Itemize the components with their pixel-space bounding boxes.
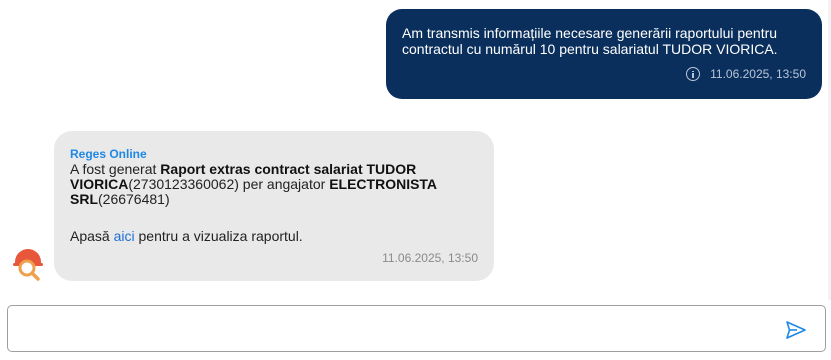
reges-bot-avatar-icon bbox=[13, 249, 43, 281]
report-link-line: Apasă aici pentru a vizualiza raportul. bbox=[70, 228, 478, 244]
incoming-message-timestamp: 11.06.2025, 13:50 bbox=[382, 251, 478, 265]
message-mid: per angajator bbox=[238, 176, 330, 192]
outgoing-message-text: Am transmis informațiile necesare generă… bbox=[402, 25, 778, 57]
message-input[interactable] bbox=[18, 314, 782, 344]
info-icon[interactable] bbox=[686, 67, 701, 81]
link-suffix: pentru a vizualiza raportul. bbox=[134, 228, 303, 244]
chat-area: Am transmis informațiile necesare generă… bbox=[0, 0, 831, 300]
link-prefix: Apasă bbox=[70, 228, 114, 244]
employer-cui: (26676481) bbox=[98, 191, 170, 207]
sender-name: Reges Online bbox=[70, 147, 147, 161]
send-icon[interactable] bbox=[785, 320, 807, 340]
outgoing-message-meta: 11.06.2025, 13:50 bbox=[686, 67, 806, 81]
outgoing-message-bubble: Am transmis informațiile necesare generă… bbox=[386, 9, 822, 99]
report-link[interactable]: aici bbox=[114, 228, 135, 244]
incoming-message-text: A fost generat Raport extras contract sa… bbox=[70, 162, 478, 207]
outgoing-message-timestamp: 11.06.2025, 13:50 bbox=[710, 67, 806, 81]
message-prefix: A fost generat bbox=[70, 161, 161, 177]
incoming-message-bubble: Reges Online A fost generat Raport extra… bbox=[54, 131, 494, 281]
employee-cnp: (2730123360062) bbox=[128, 176, 239, 192]
message-composer bbox=[7, 305, 826, 352]
